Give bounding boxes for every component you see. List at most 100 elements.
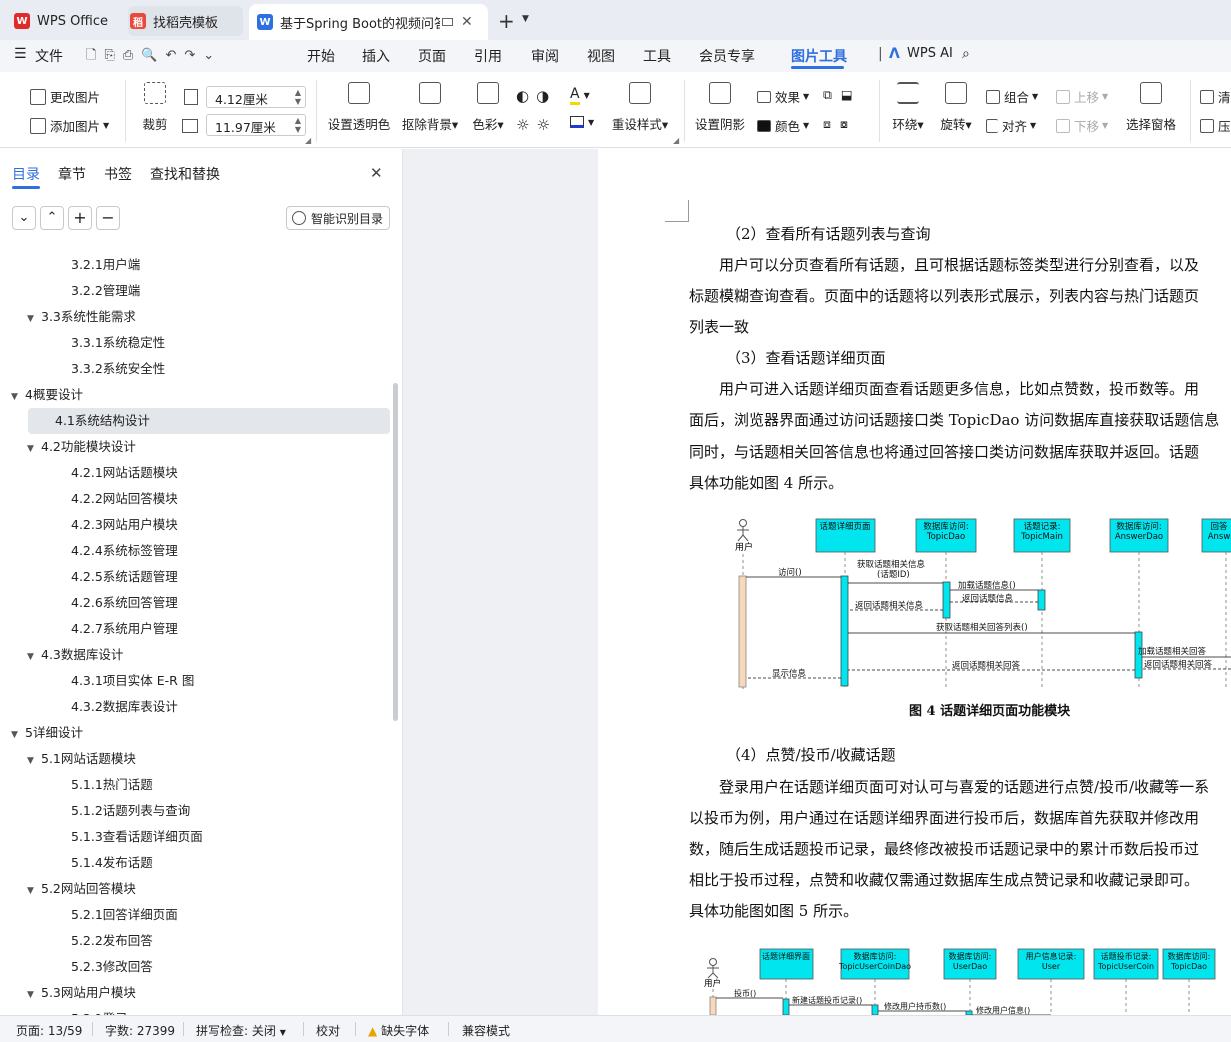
expand-caret-icon[interactable]: ▼ — [27, 878, 41, 904]
smart-toc-button[interactable]: 智能识别目录 — [286, 206, 390, 230]
toc-item[interactable]: 4.2.5系统话题管理 — [71, 564, 178, 590]
menu-item-0[interactable]: 开始 — [307, 46, 335, 66]
toc-item[interactable]: 4.2.4系统标签管理 — [71, 538, 178, 564]
toc-item[interactable]: 4.2.2网站回答模块 — [71, 486, 178, 512]
selection-pane-button[interactable]: 选择窗格 — [1118, 82, 1184, 133]
tab-template[interactable]: 稻 找稻壳模板 — [128, 6, 243, 36]
tab-find-replace[interactable]: 查找和替换 — [150, 164, 220, 184]
spinner-icon[interactable]: ▲ ▼ — [295, 88, 301, 106]
expand-caret-icon[interactable]: ▼ — [11, 384, 25, 410]
expand-caret-icon[interactable]: ▼ — [27, 982, 41, 1008]
menu-item-6[interactable]: 工具 — [643, 46, 671, 66]
expand-caret-icon[interactable]: ▼ — [27, 436, 41, 462]
toc-item[interactable]: 5.2.3修改回答 — [71, 954, 153, 980]
reset-style-button[interactable]: 重设样式▾ — [606, 82, 674, 133]
document-page[interactable]: （2）查看所有话题列表与查询 用户可以分页查看所有话题，且可根据话题标签类型进行… — [598, 149, 1231, 1015]
toc-item[interactable]: ▼ 5详细设计 — [11, 720, 83, 746]
toc-item[interactable]: 4.3.2数据库表设计 — [71, 694, 178, 720]
send-backward-button[interactable]: 下移 ▼ — [1056, 116, 1108, 135]
toc-item[interactable]: 4.2.6系统回答管理 — [71, 590, 178, 616]
toc-item[interactable]: ▼ 5.2网站回答模块 — [27, 876, 136, 902]
spinner-icon[interactable]: ▲ ▼ — [295, 116, 301, 134]
toc-item[interactable]: 3.3.2系统安全性 — [71, 356, 165, 382]
effect-button[interactable]: 效果 ▼ — [757, 87, 809, 106]
figure-5-sequence-diagram[interactable]: 用户 话题详细界面 数据库访问: TopicUserCoinDao 数据库访问:… — [698, 945, 1231, 1015]
change-image-button[interactable]: 更改图片 — [30, 87, 100, 106]
proofread[interactable]: 校对 — [316, 1022, 340, 1039]
menu-item-1[interactable]: 插入 — [362, 46, 390, 66]
expand-caret-icon[interactable]: ▼ — [11, 722, 25, 748]
toc-item[interactable]: 3.3.1系统稳定性 — [71, 330, 165, 356]
arrange-backward-icons[interactable]: ⧈⧇ — [823, 116, 857, 132]
collapse-all-button[interactable]: ⌄ — [12, 206, 36, 230]
new-tab-button[interactable]: + — [498, 9, 515, 33]
menu-item-4[interactable]: 审阅 — [531, 46, 559, 66]
quick-access-icons[interactable]: 🗋⎘⎙🔍↶↷⌄ — [86, 46, 222, 68]
word-count[interactable]: 字数: 27399 — [105, 1022, 175, 1039]
hamburger-icon[interactable]: ☰ — [14, 46, 27, 62]
close-icon[interactable]: ✕ — [461, 14, 473, 30]
expand-caret-icon[interactable]: ▼ — [27, 644, 41, 670]
nav-scrollbar[interactable] — [393, 383, 398, 721]
rotate-button[interactable]: 旋转▾ — [932, 82, 980, 133]
toc-item[interactable]: 4.2.1网站话题模块 — [71, 460, 178, 486]
menu-wps-ai[interactable]: WPS AI — [907, 46, 953, 61]
expand-caret-icon[interactable]: ▼ — [27, 748, 41, 774]
fill-color-button[interactable]: 颜色 ▼ — [757, 116, 809, 135]
toc-item[interactable]: 3.2.2管理端 — [71, 278, 140, 304]
toc-item[interactable]: 5.1.1热门话题 — [71, 772, 153, 798]
highlight-color-button[interactable]: A ▼ — [570, 86, 590, 105]
menu-item-2[interactable]: 页面 — [418, 46, 446, 66]
ribbon-expand-icon[interactable]: ◢ — [305, 136, 311, 145]
menu-file[interactable]: 文件 — [35, 46, 63, 66]
toc-item[interactable]: ▼ 3.3系统性能需求 — [27, 304, 136, 330]
add-heading-button[interactable]: + — [68, 206, 92, 230]
page-count[interactable]: 页面: 13/59 — [16, 1022, 82, 1039]
add-image-button[interactable]: 添加图片 ▼ — [30, 116, 109, 135]
height-input[interactable]: 4.12厘米 ▲ ▼ — [206, 86, 306, 108]
tab-toc[interactable]: 目录 — [12, 164, 40, 184]
menu-item-8[interactable]: 图片工具 — [791, 46, 847, 66]
toc-item[interactable]: ▼ 4.3数据库设计 — [27, 642, 123, 668]
tab-bookmark[interactable]: 书签 — [104, 164, 132, 184]
compress-button[interactable]: 压 — [1200, 116, 1231, 135]
toc-item[interactable]: 5.1.4发布话题 — [71, 850, 153, 876]
menu-item-3[interactable]: 引用 — [474, 46, 502, 66]
toc-item[interactable]: 5.2.2发布回答 — [71, 928, 153, 954]
toc-item[interactable]: 3.2.1用户端 — [71, 252, 140, 278]
expand-up-button[interactable]: ⌃ — [40, 206, 64, 230]
ribbon-expand-icon[interactable]: ◢ — [673, 136, 679, 145]
menu-item-7[interactable]: 会员专享 — [699, 46, 755, 66]
toc-item[interactable]: ▼ 4概要设计 — [11, 382, 83, 408]
toc-item[interactable]: 5.1.3查看话题详细页面 — [71, 824, 203, 850]
shadow-button[interactable]: 设置阴影 — [688, 82, 752, 133]
clear-button[interactable]: 清 — [1200, 87, 1231, 106]
toc-item[interactable]: ▼ 5.3网站用户模块 — [27, 980, 136, 1006]
brightness-adjust-icons[interactable]: ☼☼ — [516, 116, 557, 134]
toc-item[interactable]: ▼ 5.1网站话题模块 — [27, 746, 136, 772]
toc-item[interactable]: 5.2.1回答详细页面 — [71, 902, 178, 928]
toc-item[interactable]: 4.1系统结构设计 — [28, 408, 390, 434]
toc-item[interactable]: 5.1.2话题列表与查询 — [71, 798, 190, 824]
wrap-button[interactable]: 环绕▾ — [884, 82, 932, 133]
brightness-contrast-icons[interactable]: ◐◑ — [516, 87, 556, 105]
arrange-forward-icons[interactable]: ⧉⬓ — [823, 87, 862, 103]
outline-color-button[interactable]: ▼ — [570, 116, 594, 128]
bring-forward-button[interactable]: 上移 ▼ — [1056, 87, 1108, 106]
toc-item[interactable]: ▼ 4.2功能模块设计 — [27, 434, 136, 460]
tab-wps-office[interactable]: W WPS Office — [14, 6, 119, 36]
color-button[interactable]: 色彩▾ — [466, 82, 510, 133]
expand-caret-icon[interactable]: ▼ — [27, 306, 41, 332]
set-transparent-button[interactable]: 设置透明色 — [326, 82, 392, 133]
spell-check[interactable]: 拼写检查: 关闭 ▼ — [196, 1022, 286, 1039]
align-button[interactable]: 对齐 ▼ — [986, 116, 1036, 135]
crop-button[interactable]: 裁剪 — [123, 82, 187, 133]
remove-background-button[interactable]: 抠除背景▾ — [398, 82, 462, 133]
toc-item[interactable]: 4.2.3网站用户模块 — [71, 512, 178, 538]
group-button[interactable]: 组合 ▼ — [986, 87, 1038, 106]
chevron-down-icon[interactable]: ▼ — [522, 14, 529, 24]
tab-document[interactable]: W 基于Spring Boot的视频问答社 ✕ — [249, 4, 488, 40]
close-pane-icon[interactable]: ✕ — [370, 164, 383, 182]
tab-chapter[interactable]: 章节 — [58, 164, 86, 184]
width-input[interactable]: 11.97厘米 ▲ ▼ — [206, 114, 306, 136]
